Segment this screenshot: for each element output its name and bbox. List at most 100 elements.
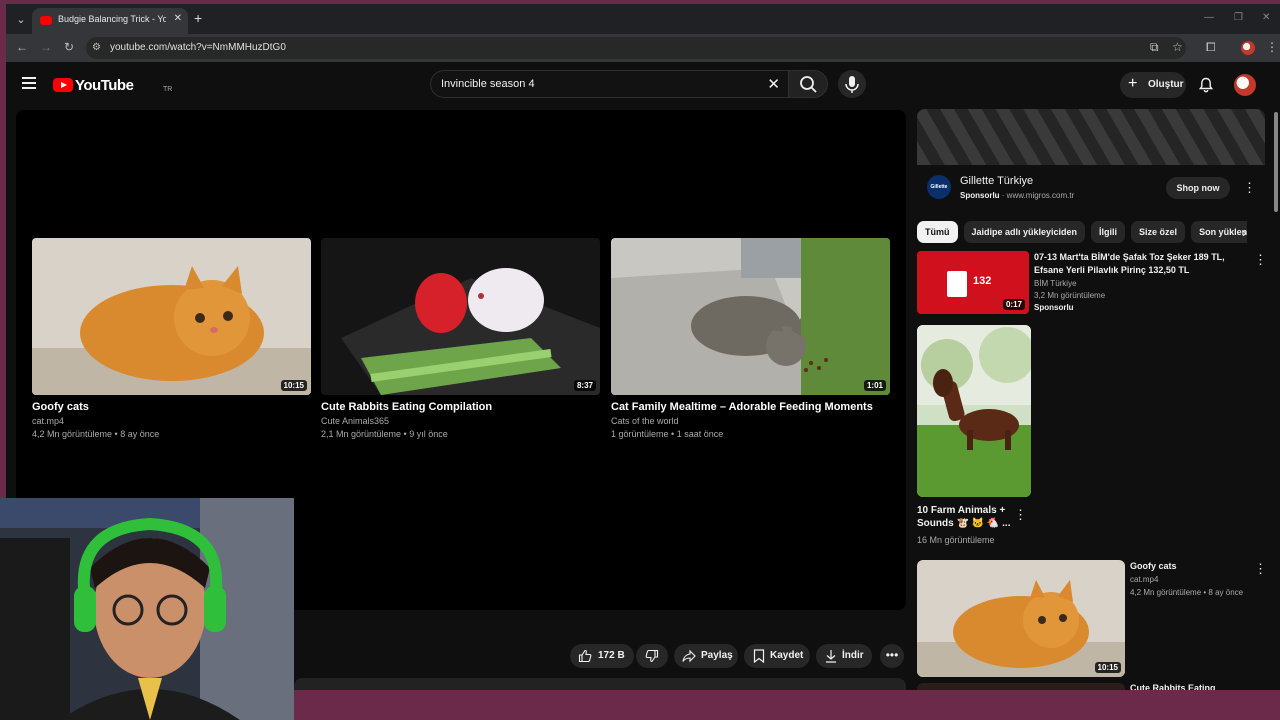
plus-icon: + <box>1128 75 1138 92</box>
chip-all[interactable]: Tümü <box>917 221 958 243</box>
video-stats: 2,1 Mn görüntüleme • 9 yıl önce <box>321 429 448 439</box>
duration-badge: 1:01 <box>863 380 886 391</box>
tab-close-icon[interactable]: ✕ <box>174 13 182 24</box>
video-thumbnail[interactable]: 10:15 <box>32 238 311 395</box>
url-text: youtube.com/watch?v=NmMMHuzDtG0 <box>110 42 286 53</box>
back-icon[interactable]: ← <box>16 40 28 54</box>
save-label: Kaydet <box>770 650 804 661</box>
video-title[interactable]: Cat Family Mealtime – Adorable Feeding M… <box>611 401 891 413</box>
channel-name[interactable]: cat.mp4 <box>32 416 312 426</box>
horse-thumbnail-image <box>917 325 1031 497</box>
end-screen-card[interactable]: 10:15 Goofy cats cat.mp4 4,2 Mn görüntül… <box>32 238 312 439</box>
new-tab-icon[interactable]: + <box>194 10 202 26</box>
youtube-header: YouTube TR Invincible season 4 ✕ + Oluşt… <box>6 62 1280 108</box>
chip-recent[interactable]: Son yüklenenler <box>1191 221 1247 243</box>
ad-more-icon[interactable]: ⋮ <box>1243 181 1256 194</box>
site-info-icon[interactable]: ⚙ <box>92 42 101 53</box>
install-app-icon[interactable]: ⧉ <box>1150 40 1159 55</box>
related-stats: 3,2 Mn görüntüleme <box>1034 291 1106 300</box>
related-channel[interactable]: cat.mp4 <box>1130 575 1158 584</box>
related-title[interactable]: 07-13 Mart'ta BİM'de Şafak Toz Şeker 189… <box>1034 251 1244 277</box>
chip-for-you[interactable]: Size özel <box>1131 221 1186 243</box>
create-button[interactable]: + Oluştur <box>1120 72 1186 98</box>
scrollbar[interactable] <box>1274 112 1278 212</box>
voice-search-button[interactable] <box>838 70 866 98</box>
share-button[interactable]: Paylaş <box>674 644 738 668</box>
download-icon <box>826 650 836 663</box>
advertiser-logo: Gillette <box>927 175 951 199</box>
related-more-icon[interactable]: ⋮ <box>1254 562 1267 575</box>
end-screen-card[interactable]: 1:01 Cat Family Mealtime – Adorable Feed… <box>611 238 891 439</box>
advertiser-name[interactable]: Gillette Türkiye <box>960 175 1033 187</box>
price-badge: 132 <box>973 275 992 287</box>
short-more-icon[interactable]: ⋮ <box>1014 508 1027 521</box>
share-label: Paylaş <box>701 650 733 661</box>
video-stats: 1 görüntüleme • 1 saat önce <box>611 429 724 439</box>
save-button[interactable]: Kaydet <box>744 644 810 668</box>
duration-badge: 10:15 <box>280 380 307 391</box>
menu-icon[interactable] <box>22 77 36 89</box>
thumbs-down-icon <box>645 649 659 663</box>
end-screen-card[interactable]: 8:37 Cute Rabbits Eating Compilation Cut… <box>321 238 601 439</box>
video-title[interactable]: Cute Rabbits Eating Compilation <box>321 401 601 413</box>
minimize-icon[interactable]: — <box>1204 12 1214 23</box>
address-bar-row: ← → ↻ ⚙ youtube.com/watch?v=NmMMHuzDtG0 … <box>6 34 1280 62</box>
tab-bar: ⌄ Budgie Balancing Trick - YouTube ✕ + —… <box>6 4 1280 34</box>
ad-domain: www.migros.com.tr <box>1006 191 1075 200</box>
like-button[interactable]: 172 B <box>570 644 634 668</box>
extensions-icon[interactable]: ⧠ <box>1206 40 1216 55</box>
duration-badge: 8:37 <box>573 380 596 391</box>
browser-menu-icon[interactable]: ⋮ <box>1266 40 1278 54</box>
thumbs-up-icon <box>578 649 592 663</box>
video-thumbnail[interactable]: 1:01 <box>611 238 890 395</box>
related-title[interactable]: Goofy cats <box>1130 560 1250 573</box>
duration-badge: 10:15 <box>1094 662 1121 673</box>
chip-related[interactable]: İlgili <box>1091 221 1126 243</box>
short-thumbnail[interactable] <box>917 325 1031 497</box>
cat-family-thumbnail-image <box>611 238 890 395</box>
related-title[interactable]: Cute Rabbits Eating <box>1130 682 1250 690</box>
search-button[interactable] <box>788 70 828 98</box>
channel-name[interactable]: Cute Animals365 <box>321 416 601 426</box>
country-code: TR <box>163 86 173 93</box>
channel-name[interactable]: Cats of the world <box>611 416 891 426</box>
ad-sub-line: Sponsorlu · www.migros.com.tr <box>960 191 1075 200</box>
description-box[interactable] <box>294 678 906 690</box>
more-actions-icon[interactable]: ••• <box>880 644 904 668</box>
bookmark-star-icon[interactable]: ☆ <box>1172 40 1183 54</box>
search-input[interactable]: Invincible season 4 ✕ <box>430 70 788 98</box>
related-more-icon[interactable]: ⋮ <box>1254 253 1267 266</box>
download-button[interactable]: İndir <box>816 644 872 668</box>
forward-icon[interactable]: → <box>40 40 52 54</box>
active-tab[interactable]: Budgie Balancing Trick - YouTube ✕ <box>32 8 188 34</box>
related-thumbnail[interactable]: 132 0:17 <box>917 251 1029 314</box>
ad-banner[interactable] <box>917 109 1265 165</box>
shop-now-button[interactable]: Shop now <box>1166 177 1230 199</box>
video-title[interactable]: Goofy cats <box>32 401 312 413</box>
related-stats: 4,2 Mn görüntüleme • 8 ay önce <box>1130 588 1244 597</box>
youtube-play-icon <box>53 78 73 92</box>
chevron-right-icon[interactable]: › <box>1242 224 1247 240</box>
sponsored-ad[interactable]: Gillette Gillette Türkiye Sponsorlu · ww… <box>917 109 1265 209</box>
product-image <box>947 271 967 297</box>
sponsored-label: Sponsorlu <box>960 191 1000 200</box>
dislike-button[interactable] <box>636 644 668 668</box>
account-avatar[interactable] <box>1234 74 1256 96</box>
close-window-icon[interactable]: ✕ <box>1262 12 1270 23</box>
related-thumbnail[interactable] <box>917 683 1125 690</box>
restore-icon[interactable]: ❐ <box>1234 12 1243 23</box>
short-title[interactable]: 10 Farm Animals + Sounds 🐮 🐱 🐔 ... <box>917 504 1013 530</box>
notifications-bell-icon[interactable] <box>1198 77 1214 98</box>
related-thumbnail[interactable]: 10:15 <box>917 560 1125 677</box>
kitten-thumbnail-image <box>32 238 311 395</box>
reload-icon[interactable]: ↻ <box>64 40 74 54</box>
video-thumbnail[interactable]: 8:37 <box>321 238 600 395</box>
browser-profile-avatar[interactable] <box>1241 41 1255 55</box>
url-field[interactable]: ⚙ youtube.com/watch?v=NmMMHuzDtG0 <box>86 37 1186 59</box>
clear-search-icon[interactable]: ✕ <box>767 75 780 93</box>
search-icon <box>800 76 817 93</box>
related-channel[interactable]: BİM Türkiye <box>1034 279 1077 288</box>
short-stats: 16 Mn görüntüleme <box>917 535 995 545</box>
tab-search-icon[interactable]: ⌄ <box>10 10 32 30</box>
chip-from-uploader[interactable]: Jaidipe adlı yükleyiciden <box>963 221 1086 243</box>
